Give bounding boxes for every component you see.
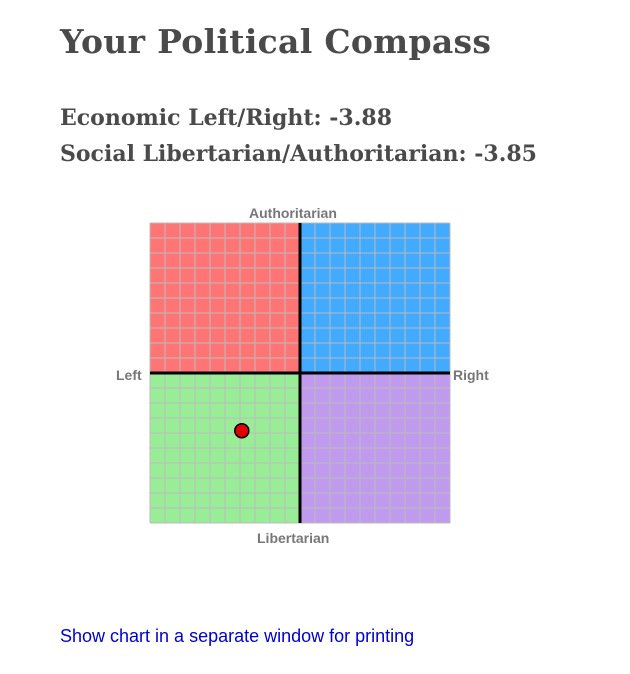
social-score: Social Libertarian/Authoritarian: -3.85	[60, 141, 537, 167]
political-compass-chart	[149, 222, 451, 524]
position-marker	[234, 423, 250, 439]
print-chart-link[interactable]: Show chart in a separate window for prin…	[60, 626, 414, 647]
axis-label-left: Left	[116, 367, 142, 383]
axis-label-right: Right	[453, 367, 489, 383]
axis-label-libertarian: Libertarian	[257, 530, 330, 546]
economic-score: Economic Left/Right: -3.88	[60, 105, 392, 131]
axis-label-authoritarian: Authoritarian	[249, 205, 337, 221]
points-layer	[234, 423, 250, 439]
page-title: Your Political Compass	[60, 22, 492, 61]
